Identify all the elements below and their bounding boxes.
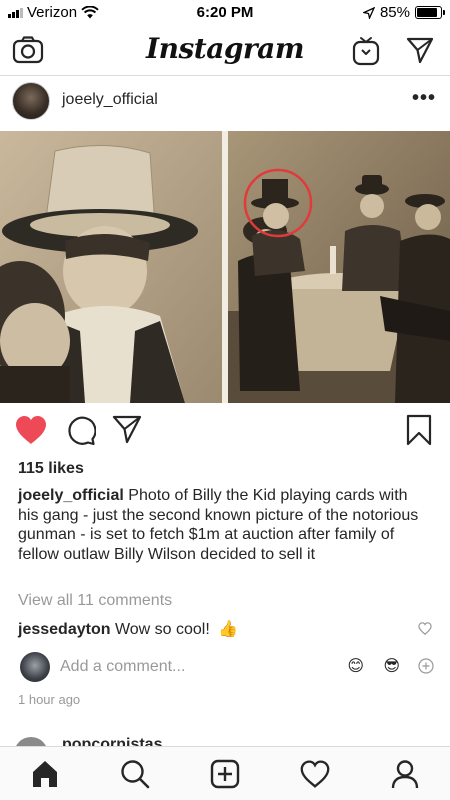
like-heart-icon[interactable] xyxy=(14,414,48,446)
comment-username[interactable]: jessedayton xyxy=(18,621,110,638)
profile-icon[interactable] xyxy=(390,759,420,789)
caption-username[interactable]: joeely_official xyxy=(18,487,124,504)
new-post-icon[interactable] xyxy=(210,759,240,789)
status-bar: Verizon 6:20 PM 85% xyxy=(0,0,450,26)
search-icon[interactable] xyxy=(120,759,150,789)
view-all-comments-link[interactable]: View all 11 comments xyxy=(18,592,172,610)
post-photo[interactable] xyxy=(0,131,450,403)
post-actions xyxy=(0,410,450,454)
home-icon[interactable] xyxy=(30,759,60,789)
comment-item: jessedayton Wow so cool! 👍 xyxy=(18,619,438,643)
igtv-icon[interactable] xyxy=(352,36,380,66)
add-emoji-plus-icon[interactable] xyxy=(418,658,434,674)
post-header: joeely_official ••• xyxy=(0,77,450,131)
add-comment-input[interactable]: Add a comment... xyxy=(60,658,185,676)
more-options-icon[interactable]: ••• xyxy=(412,87,436,110)
post-caption: joeely_official Photo of Billy the Kid p… xyxy=(18,486,432,564)
status-right: 85% xyxy=(362,4,445,21)
likes-count[interactable]: 115 likes xyxy=(18,460,84,478)
quick-emoji-smile[interactable]: 😊 xyxy=(347,656,364,676)
avatar[interactable] xyxy=(12,82,50,120)
top-nav: Instagram xyxy=(0,26,450,76)
battery-level-fill xyxy=(417,8,437,17)
activity-icon[interactable] xyxy=(300,759,330,789)
location-arrow-icon xyxy=(362,6,375,19)
comment-like-icon[interactable] xyxy=(418,622,432,635)
add-comment-row: Add a comment... 😊 😎 xyxy=(18,652,438,684)
battery-percent: 85% xyxy=(379,4,410,21)
thumbs-up-emoji: 👍 xyxy=(218,621,239,638)
current-user-avatar xyxy=(20,652,50,682)
comment-icon[interactable] xyxy=(64,414,96,446)
post-username[interactable]: joeely_official xyxy=(62,91,158,109)
bookmark-icon[interactable] xyxy=(406,414,432,446)
instagram-logo: Instagram xyxy=(146,32,304,65)
battery-icon xyxy=(415,6,445,19)
share-icon[interactable] xyxy=(112,414,142,444)
quick-emoji-sunglasses[interactable]: 😎 xyxy=(383,656,400,676)
comment-text: Wow so cool! xyxy=(114,621,210,638)
bottom-tab-bar xyxy=(0,746,450,800)
direct-message-icon[interactable] xyxy=(406,36,434,64)
post-timestamp: 1 hour ago xyxy=(18,692,81,707)
tintype-photo xyxy=(0,131,450,403)
